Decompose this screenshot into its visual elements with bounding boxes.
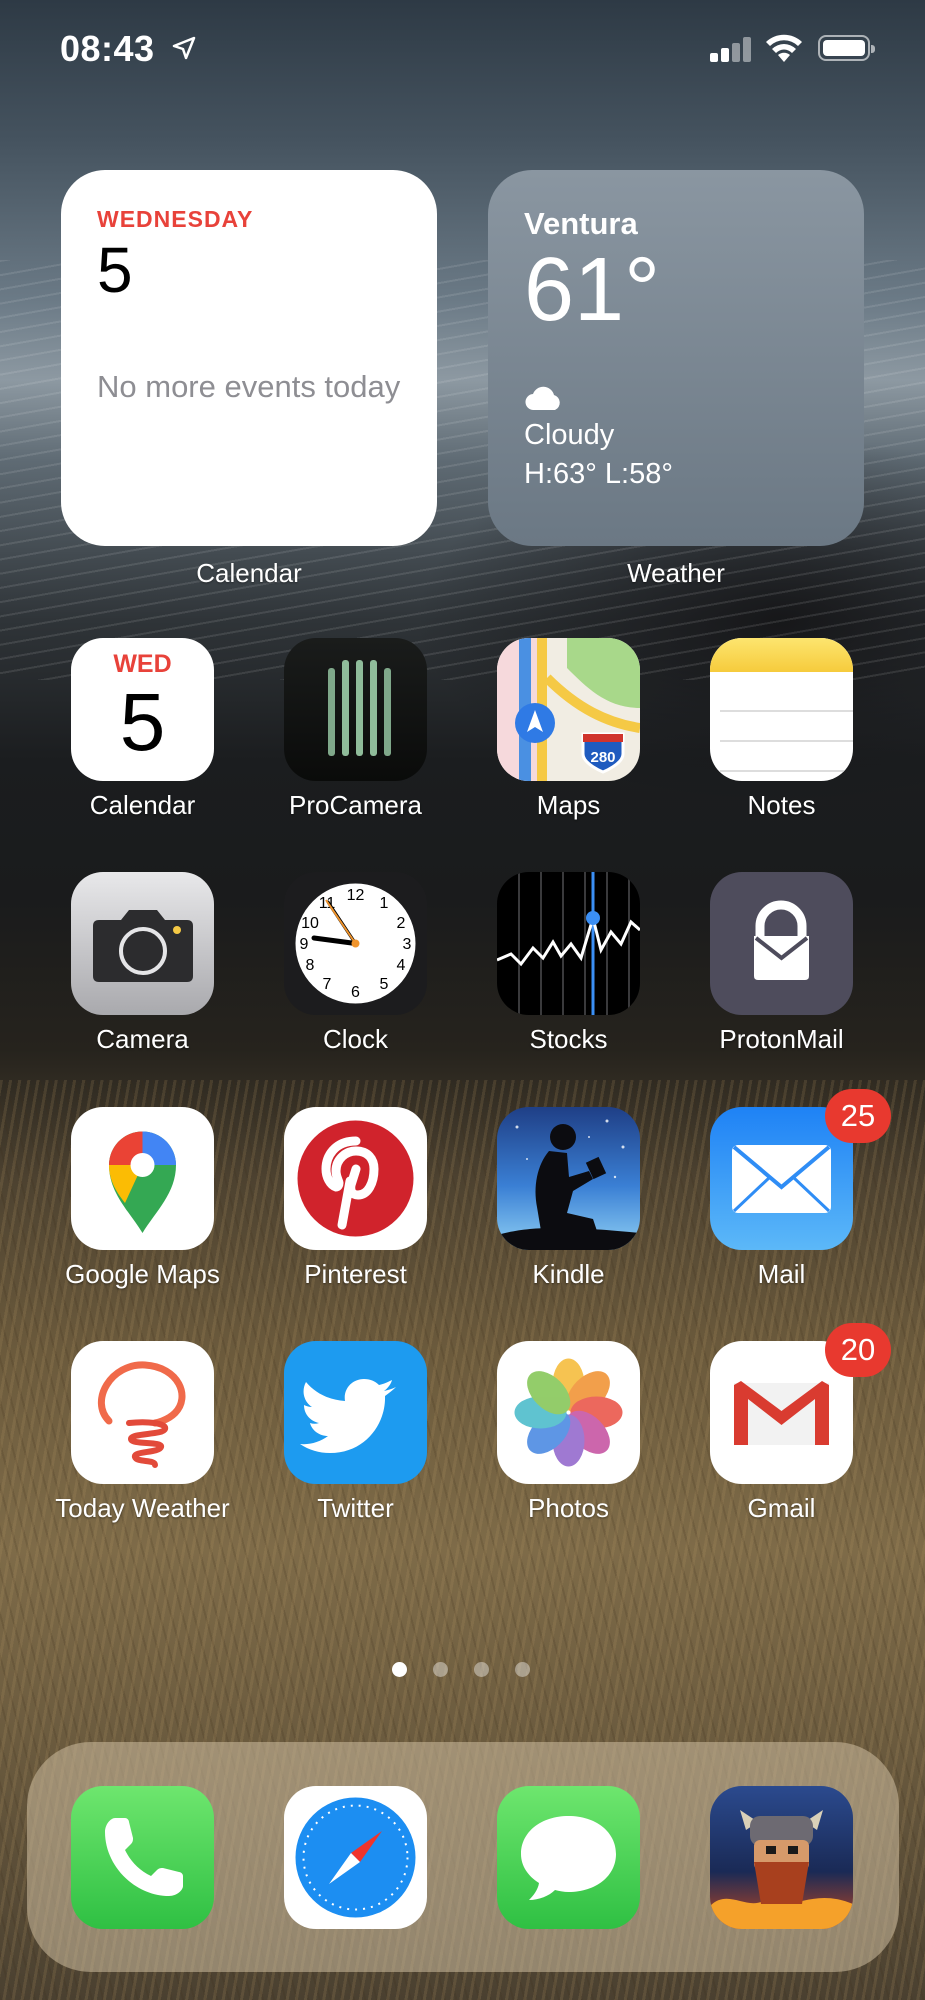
app-label-calendar: Calendar xyxy=(89,790,196,820)
calendar-icon: WED 5 xyxy=(71,638,214,781)
svg-text:4: 4 xyxy=(397,957,406,974)
wifi-icon xyxy=(766,34,802,62)
notes-icon xyxy=(710,638,853,781)
calendar-widget-label: Calendar xyxy=(196,558,302,588)
camera-icon xyxy=(71,872,214,1015)
app-pinterest[interactable]: Pinterest xyxy=(249,1107,462,1307)
page-dot-4[interactable] xyxy=(515,1662,530,1677)
dock xyxy=(27,1742,899,1972)
app-clock[interactable]: 12 1 2 3 4 5 6 7 8 9 10 11 Clock xyxy=(249,872,462,1072)
app-gmail[interactable]: 20 Gmail xyxy=(675,1323,891,1541)
weather-condition: Cloudy xyxy=(524,419,615,451)
calendar-widget[interactable]: WEDNESDAY 5 No more events today xyxy=(61,170,437,546)
calendar-widget-message: No more events today xyxy=(97,369,401,404)
today-weather-icon xyxy=(71,1341,214,1484)
app-maps[interactable]: 280 Maps xyxy=(462,638,675,838)
app-label-stocks: Stocks xyxy=(529,1024,608,1054)
photos-icon xyxy=(497,1341,640,1484)
svg-text:5: 5 xyxy=(380,976,389,993)
pinterest-icon xyxy=(284,1107,427,1250)
svg-text:3: 3 xyxy=(403,936,412,953)
gmail-badge: 20 xyxy=(825,1323,891,1377)
app-label-clock: Clock xyxy=(322,1024,388,1054)
app-kindle[interactable]: Kindle xyxy=(462,1107,675,1307)
app-google-maps[interactable]: Google Maps xyxy=(36,1107,249,1307)
clock-icon: 12 1 2 3 4 5 6 7 8 9 10 11 xyxy=(284,872,427,1015)
app-label-mail: Mail xyxy=(757,1259,806,1289)
weather-widget[interactable]: Ventura 61° Cloudy H:63° L:58° xyxy=(488,170,864,546)
app-today-weather[interactable]: Today Weather xyxy=(36,1341,249,1541)
app-photos[interactable]: Photos xyxy=(462,1341,675,1541)
app-label-maps: Maps xyxy=(536,790,601,820)
cloud-icon xyxy=(525,386,560,411)
page-indicator[interactable] xyxy=(392,1662,532,1678)
messages-icon xyxy=(497,1786,640,1929)
weather-city: Ventura xyxy=(524,206,638,241)
dock-app-safari[interactable] xyxy=(249,1742,462,1972)
weather-widget-label: Weather xyxy=(627,558,725,588)
svg-text:10: 10 xyxy=(301,915,319,932)
twitter-icon xyxy=(284,1341,427,1484)
maps-icon: 280 xyxy=(497,638,640,781)
svg-text:9: 9 xyxy=(300,936,309,953)
kindle-icon xyxy=(497,1107,640,1250)
app-twitter[interactable]: Twitter xyxy=(249,1341,462,1541)
app-label-google-maps: Google Maps xyxy=(65,1259,220,1289)
dock-app-messages[interactable] xyxy=(462,1742,675,1972)
app-label-twitter: Twitter xyxy=(317,1493,394,1523)
app-mail[interactable]: 25 Mail xyxy=(675,1089,891,1307)
app-procamera[interactable]: ProCamera xyxy=(249,638,462,838)
page-dot-2[interactable] xyxy=(433,1662,448,1677)
svg-text:1: 1 xyxy=(380,895,389,912)
app-protonmail[interactable]: ProtonMail xyxy=(675,872,888,1072)
mail-badge: 25 xyxy=(825,1089,891,1143)
svg-text:2: 2 xyxy=(397,915,406,932)
app-label-protonmail: ProtonMail xyxy=(719,1024,844,1054)
page-dot-3[interactable] xyxy=(474,1662,489,1677)
app-stocks[interactable]: Stocks xyxy=(462,872,675,1072)
phone-icon xyxy=(71,1786,214,1929)
svg-text:12: 12 xyxy=(347,887,365,904)
battery-icon xyxy=(818,35,875,61)
app-camera[interactable]: Camera xyxy=(36,872,249,1072)
app-label-procamera: ProCamera xyxy=(289,790,422,820)
calendar-widget-date: 5 xyxy=(97,234,133,306)
app-label-notes: Notes xyxy=(747,790,816,820)
svg-text:6: 6 xyxy=(351,984,360,1001)
svg-text:7: 7 xyxy=(323,976,332,993)
stocks-icon xyxy=(497,872,640,1015)
app-label-camera: Camera xyxy=(96,1024,189,1054)
game-viking-icon xyxy=(710,1786,853,1929)
safari-icon xyxy=(284,1786,427,1929)
svg-text:8: 8 xyxy=(306,957,315,974)
app-label-gmail: Gmail xyxy=(747,1493,816,1523)
calendar-widget-day: WEDNESDAY xyxy=(97,206,254,232)
cellular-signal-icon xyxy=(710,36,754,62)
app-label-photos: Photos xyxy=(528,1493,609,1523)
status-time: 08:43 xyxy=(60,28,155,69)
app-label-kindle: Kindle xyxy=(532,1259,605,1289)
app-calendar[interactable]: WED 5 Calendar xyxy=(36,638,249,838)
svg-text:280: 280 xyxy=(590,749,615,766)
dock-app-game[interactable] xyxy=(675,1742,888,1972)
app-notes[interactable]: Notes xyxy=(675,638,888,838)
app-label-pinterest: Pinterest xyxy=(304,1259,407,1289)
procamera-icon xyxy=(284,638,427,781)
protonmail-icon xyxy=(710,872,853,1015)
location-arrow-icon xyxy=(172,36,196,60)
weather-temp: 61° xyxy=(524,240,661,340)
status-bar: 08:43 xyxy=(0,0,925,100)
google-maps-icon xyxy=(71,1107,214,1250)
dock-app-phone[interactable] xyxy=(36,1742,249,1972)
weather-high-low: H:63° L:58° xyxy=(524,458,673,490)
app-label-today-weather: Today Weather xyxy=(55,1493,230,1523)
page-dot-1[interactable] xyxy=(392,1662,407,1677)
